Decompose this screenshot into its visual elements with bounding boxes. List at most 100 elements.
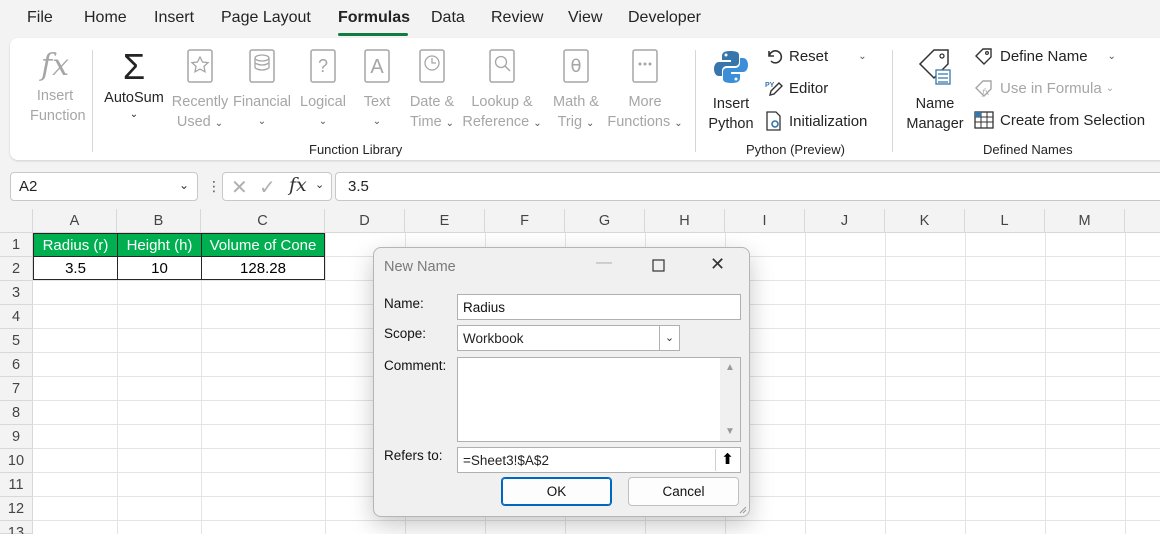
select-all-corner[interactable] xyxy=(0,209,33,233)
cell-c1[interactable]: Volume of Cone xyxy=(201,233,325,257)
star-book-icon xyxy=(170,48,230,90)
row-header-8[interactable]: 8 xyxy=(0,401,33,425)
lookup-label-2: Reference xyxy=(462,114,530,130)
define-name-button[interactable]: Define Name ⌄ xyxy=(974,47,1116,65)
use-in-formula-button[interactable]: fx Use in Formula ⌄ xyxy=(974,79,1114,97)
maximize-icon[interactable] xyxy=(652,254,666,278)
column-header-g[interactable]: G xyxy=(565,209,645,233)
column-header-e[interactable]: E xyxy=(405,209,485,233)
python-icon xyxy=(706,48,756,92)
tab-file[interactable]: File xyxy=(27,9,53,27)
more-functions-button[interactable]: More Functions ⌄ xyxy=(607,48,683,134)
row-header-6[interactable]: 6 xyxy=(0,353,33,377)
row-header-3[interactable]: 3 xyxy=(0,281,33,305)
tab-formulas[interactable]: Formulas xyxy=(338,9,410,27)
lookup-reference-button[interactable]: Lookup & Reference ⌄ xyxy=(462,48,542,134)
tab-review[interactable]: Review xyxy=(491,9,543,27)
insert-python-button[interactable]: Insert Python xyxy=(706,48,756,134)
name-box[interactable]: A2 ⌄ xyxy=(10,172,198,201)
chevron-down-icon[interactable]: ⌄ xyxy=(659,326,679,350)
initialization-button[interactable]: Initialization xyxy=(765,111,867,131)
create-from-selection-button[interactable]: Create from Selection xyxy=(974,111,1145,129)
row-header-1[interactable]: 1 xyxy=(0,233,33,257)
refers-to-field[interactable]: =Sheet3!$A$2 ⬆ xyxy=(457,447,741,473)
row-header-4[interactable]: 4 xyxy=(0,305,33,329)
row-header-12[interactable]: 12 xyxy=(0,497,33,521)
tab-home[interactable]: Home xyxy=(84,9,127,27)
chevron-down-icon[interactable]: ⌄ xyxy=(315,178,324,191)
cell-b1[interactable]: Height (h) xyxy=(117,233,202,257)
gridline xyxy=(965,233,966,534)
scope-value: Workbook xyxy=(463,331,524,346)
chevron-down-icon[interactable]: ⌄ xyxy=(179,178,189,192)
column-header-k[interactable]: K xyxy=(885,209,965,233)
scroll-down-icon[interactable]: ▼ xyxy=(725,426,735,437)
collapse-dialog-icon[interactable]: ⬆ xyxy=(715,449,739,471)
tab-page-layout[interactable]: Page Layout xyxy=(221,9,311,27)
tab-insert[interactable]: Insert xyxy=(154,9,194,27)
row-header-7[interactable]: 7 xyxy=(0,377,33,401)
name-manager-button[interactable]: Name Manager xyxy=(902,48,968,134)
use-in-formula-label: Use in Formula xyxy=(1000,79,1102,97)
row-header-2[interactable]: 2 xyxy=(0,257,33,281)
row-header-9[interactable]: 9 xyxy=(0,425,33,449)
recently-used-label-2: Used xyxy=(176,114,211,130)
recently-used-button[interactable]: Recently Used ⌄ xyxy=(170,48,230,134)
row-header-10[interactable]: 10 xyxy=(0,449,33,473)
date-time-button[interactable]: Date & Time ⌄ xyxy=(404,48,460,134)
row-header-11[interactable]: 11 xyxy=(0,473,33,497)
math-trig-button[interactable]: θ Math & Trig ⌄ xyxy=(547,48,605,134)
math-trig-label-1: Math & xyxy=(553,94,599,110)
cell-a1[interactable]: Radius (r) xyxy=(33,233,118,257)
column-header-i[interactable]: I xyxy=(725,209,805,233)
reset-button[interactable]: Reset ⌄ xyxy=(765,47,867,65)
tab-developer[interactable]: Developer xyxy=(628,9,701,27)
refers-to-label: Refers to: xyxy=(384,448,443,463)
scope-dropdown[interactable]: Workbook ⌄ xyxy=(457,325,680,351)
insert-function-button[interactable]: fx Insert Function xyxy=(30,48,86,126)
cancel-icon[interactable]: ✕ xyxy=(231,175,248,200)
chevron-down-icon: ⌄ xyxy=(1107,50,1116,62)
check-icon[interactable]: ✓ xyxy=(259,175,276,200)
column-header-partial[interactable] xyxy=(1125,209,1160,233)
comment-scrollbar[interactable]: ▲ ▼ xyxy=(720,358,740,441)
cell-c2[interactable]: 128.28 xyxy=(201,256,325,280)
close-icon[interactable]: ✕ xyxy=(710,254,725,275)
minimize-icon[interactable]: — xyxy=(596,254,612,272)
insert-function-icon[interactable]: fx xyxy=(289,174,307,196)
financial-button[interactable]: Financial ⌄ xyxy=(232,48,292,132)
row-header-5[interactable]: 5 xyxy=(0,329,33,353)
resize-grip-icon[interactable] xyxy=(737,504,747,514)
column-header-j[interactable]: J xyxy=(805,209,885,233)
logical-button[interactable]: ? Logical ⌄ xyxy=(294,48,352,132)
autosum-label: AutoSum xyxy=(104,90,164,106)
active-tab-indicator xyxy=(338,33,408,36)
tab-data[interactable]: Data xyxy=(431,9,465,27)
name-field[interactable]: Radius xyxy=(457,294,741,320)
ok-button[interactable]: OK xyxy=(501,477,612,506)
column-header-l[interactable]: L xyxy=(965,209,1045,233)
column-header-h[interactable]: H xyxy=(645,209,725,233)
scroll-up-icon[interactable]: ▲ xyxy=(725,362,735,373)
cancel-button[interactable]: Cancel xyxy=(628,477,739,506)
cell-a2[interactable]: 3.5 xyxy=(33,256,118,280)
column-header-a[interactable]: A xyxy=(33,209,117,233)
cell-b2[interactable]: 10 xyxy=(117,256,202,280)
column-header-m[interactable]: M xyxy=(1045,209,1125,233)
ribbon-separator xyxy=(892,50,893,152)
column-header-b[interactable]: B xyxy=(117,209,201,233)
column-header-d[interactable]: D xyxy=(325,209,405,233)
row-header-13[interactable]: 13 xyxy=(0,521,33,534)
column-header-f[interactable]: F xyxy=(485,209,565,233)
reset-label: Reset xyxy=(789,47,829,65)
comment-field[interactable]: ▲ ▼ xyxy=(457,357,741,442)
text-button[interactable]: A Text ⌄ xyxy=(356,48,398,132)
formula-input[interactable]: 3.5 xyxy=(335,172,1160,201)
chevron-down-icon: ⌄ xyxy=(533,118,542,129)
tab-view[interactable]: View xyxy=(568,9,602,27)
chevron-down-icon: ⌄ xyxy=(257,116,267,127)
more-options-icon[interactable]: ⋮ xyxy=(207,178,221,195)
editor-button[interactable]: PY Editor xyxy=(765,79,828,97)
autosum-button[interactable]: Σ AutoSum ⌄ xyxy=(102,48,166,122)
column-header-c[interactable]: C xyxy=(201,209,325,233)
